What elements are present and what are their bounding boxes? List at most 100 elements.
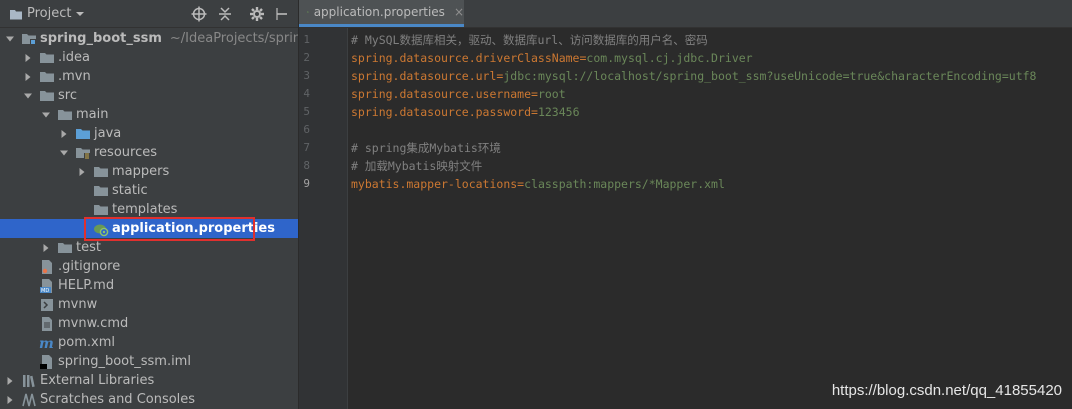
property-value: classpath:mappers/*Mapper.xml bbox=[524, 177, 725, 191]
tree-item-label: spring_boot_ssm bbox=[40, 31, 162, 46]
project-panel-header: Project bbox=[0, 0, 298, 28]
tree-item-application-properties[interactable]: application.properties bbox=[0, 219, 298, 238]
line-number: 2 bbox=[303, 51, 310, 64]
tree-item-label: pom.xml bbox=[58, 335, 115, 350]
tree-item-test[interactable]: test bbox=[0, 238, 298, 257]
line-number: 7 bbox=[303, 141, 310, 154]
hide-panel-icon[interactable] bbox=[273, 5, 291, 23]
folder-icon bbox=[93, 164, 109, 180]
property-key: spring.datasource.password bbox=[351, 105, 532, 119]
tree-item-label: spring_boot_ssm.iml bbox=[58, 354, 191, 369]
property-key: mybatis.mapper-locations bbox=[351, 177, 518, 191]
tree-item-label: .gitignore bbox=[58, 259, 121, 274]
tree-item-java[interactable]: java bbox=[0, 124, 298, 143]
property-value: jdbc:mysql://localhost/spring_boot_ssm?u… bbox=[503, 69, 1037, 83]
gear-icon[interactable] bbox=[248, 5, 266, 23]
project-panel-title: Project bbox=[27, 6, 72, 21]
tree-item-label: static bbox=[112, 183, 148, 198]
tree-item-mappers[interactable]: mappers bbox=[0, 162, 298, 181]
tree-item-label: templates bbox=[112, 202, 178, 217]
tree-item-label: mvnw bbox=[58, 297, 98, 312]
tree-item-pom-xml[interactable]: m pom.xml bbox=[0, 333, 298, 352]
code-line: spring.datasource.driverClassName=com.my… bbox=[351, 49, 753, 67]
folder-icon bbox=[93, 183, 109, 199]
watermark-url: https://blog.csdn.net/qq_41855420 bbox=[831, 382, 1062, 399]
arrow-spacer bbox=[23, 262, 33, 272]
tree-item-label: Scratches and Consoles bbox=[40, 392, 196, 407]
tree-item-mvn[interactable]: .mvn bbox=[0, 67, 298, 86]
tree-item-src[interactable]: src bbox=[0, 86, 298, 105]
tree-item-label: src bbox=[58, 88, 77, 103]
expand-arrow-right-icon[interactable] bbox=[41, 243, 51, 253]
module-folder-icon bbox=[21, 31, 37, 47]
code-line: spring.datasource.password=123456 bbox=[351, 103, 580, 121]
expand-arrow-down-icon[interactable] bbox=[41, 110, 51, 120]
property-equals: = bbox=[531, 105, 538, 119]
folder-icon bbox=[39, 69, 55, 85]
tab-application-properties[interactable]: application.properties × bbox=[299, 0, 464, 27]
folder-icon bbox=[57, 107, 73, 123]
tree-item-scratches-and-consoles[interactable]: Scratches and Consoles bbox=[0, 390, 298, 409]
expand-arrow-right-icon[interactable] bbox=[5, 395, 15, 405]
tree-item-spring-boot-ssm-iml[interactable]: spring_boot_ssm.iml bbox=[0, 352, 298, 371]
tree-item-idea[interactable]: .idea bbox=[0, 48, 298, 67]
tree-item-static[interactable]: static bbox=[0, 181, 298, 200]
spring-properties-icon bbox=[93, 221, 109, 237]
libraries-icon bbox=[21, 373, 37, 389]
line-number: 9 bbox=[303, 177, 310, 190]
tree-item-mvnw-cmd[interactable]: mvnw.cmd bbox=[0, 314, 298, 333]
tree-item-external-libraries[interactable]: External Libraries bbox=[0, 371, 298, 390]
project-view-selector[interactable]: Project bbox=[9, 6, 85, 22]
property-equals: = bbox=[531, 87, 538, 101]
close-icon[interactable]: × bbox=[454, 5, 464, 19]
editor-tab-bar: application.properties × bbox=[299, 0, 1072, 28]
tree-item-gitignore[interactable]: .gitignore bbox=[0, 257, 298, 276]
expand-arrow-right-icon[interactable] bbox=[5, 376, 15, 386]
tree-item-path-hint: ~/IdeaProjects/spring_b bbox=[169, 31, 298, 46]
tree-item-main[interactable]: main bbox=[0, 105, 298, 124]
collapse-all-icon[interactable] bbox=[216, 5, 234, 23]
shell-file-icon bbox=[39, 297, 55, 313]
code-line: spring.datasource.username=root bbox=[351, 85, 566, 103]
line-number: 8 bbox=[303, 159, 310, 172]
tree-item-mvnw[interactable]: mvnw bbox=[0, 295, 298, 314]
tree-item-label: java bbox=[94, 126, 122, 141]
resources-folder-icon bbox=[75, 145, 91, 161]
tree-item-help-md[interactable]: MD HELP.md bbox=[0, 276, 298, 295]
code-line: # spring集成Mybatis环境 bbox=[351, 139, 501, 157]
line-number: 3 bbox=[303, 69, 310, 82]
editor-area: application.properties × 123456789 # MyS… bbox=[299, 0, 1072, 409]
tree-item-label: External Libraries bbox=[40, 373, 155, 388]
arrow-spacer bbox=[23, 300, 33, 310]
arrow-spacer bbox=[23, 281, 33, 291]
arrow-spacer bbox=[23, 338, 33, 348]
source-folder-icon bbox=[75, 126, 91, 142]
property-key: spring.datasource.driverClassName bbox=[351, 51, 580, 65]
expand-arrow-right-icon[interactable] bbox=[77, 167, 87, 177]
expand-arrow-right-icon[interactable] bbox=[23, 72, 33, 82]
spring-properties-icon bbox=[307, 11, 309, 13]
arrow-spacer bbox=[23, 319, 33, 329]
tree-item-resources[interactable]: resources bbox=[0, 143, 298, 162]
expand-arrow-down-icon[interactable] bbox=[23, 91, 33, 101]
markdown-file-icon: MD bbox=[39, 278, 55, 294]
tree-item-label: resources bbox=[94, 145, 158, 160]
arrow-spacer bbox=[77, 186, 87, 196]
tree-item-label: mappers bbox=[112, 164, 170, 179]
project-icon bbox=[10, 10, 22, 20]
tree-item-templates[interactable]: templates bbox=[0, 200, 298, 219]
iml-file-icon bbox=[39, 354, 55, 370]
code-comment: # 加载Mybatis映射文件 bbox=[351, 159, 483, 173]
target-icon[interactable] bbox=[190, 5, 208, 23]
tree-item-spring-boot-ssm[interactable]: spring_boot_ssm ~/IdeaProjects/spring_b bbox=[0, 29, 298, 48]
tree-item-label: .idea bbox=[58, 50, 90, 65]
code-line: # 加载Mybatis映射文件 bbox=[351, 157, 482, 175]
expand-arrow-right-icon[interactable] bbox=[59, 129, 69, 139]
expand-arrow-right-icon[interactable] bbox=[23, 53, 33, 63]
line-number: 4 bbox=[303, 87, 310, 100]
tree-item-label: application.properties bbox=[112, 221, 275, 236]
svg-text:m: m bbox=[39, 336, 54, 351]
expand-arrow-down-icon[interactable] bbox=[5, 34, 15, 44]
property-value: root bbox=[537, 87, 566, 101]
expand-arrow-down-icon[interactable] bbox=[59, 148, 69, 158]
